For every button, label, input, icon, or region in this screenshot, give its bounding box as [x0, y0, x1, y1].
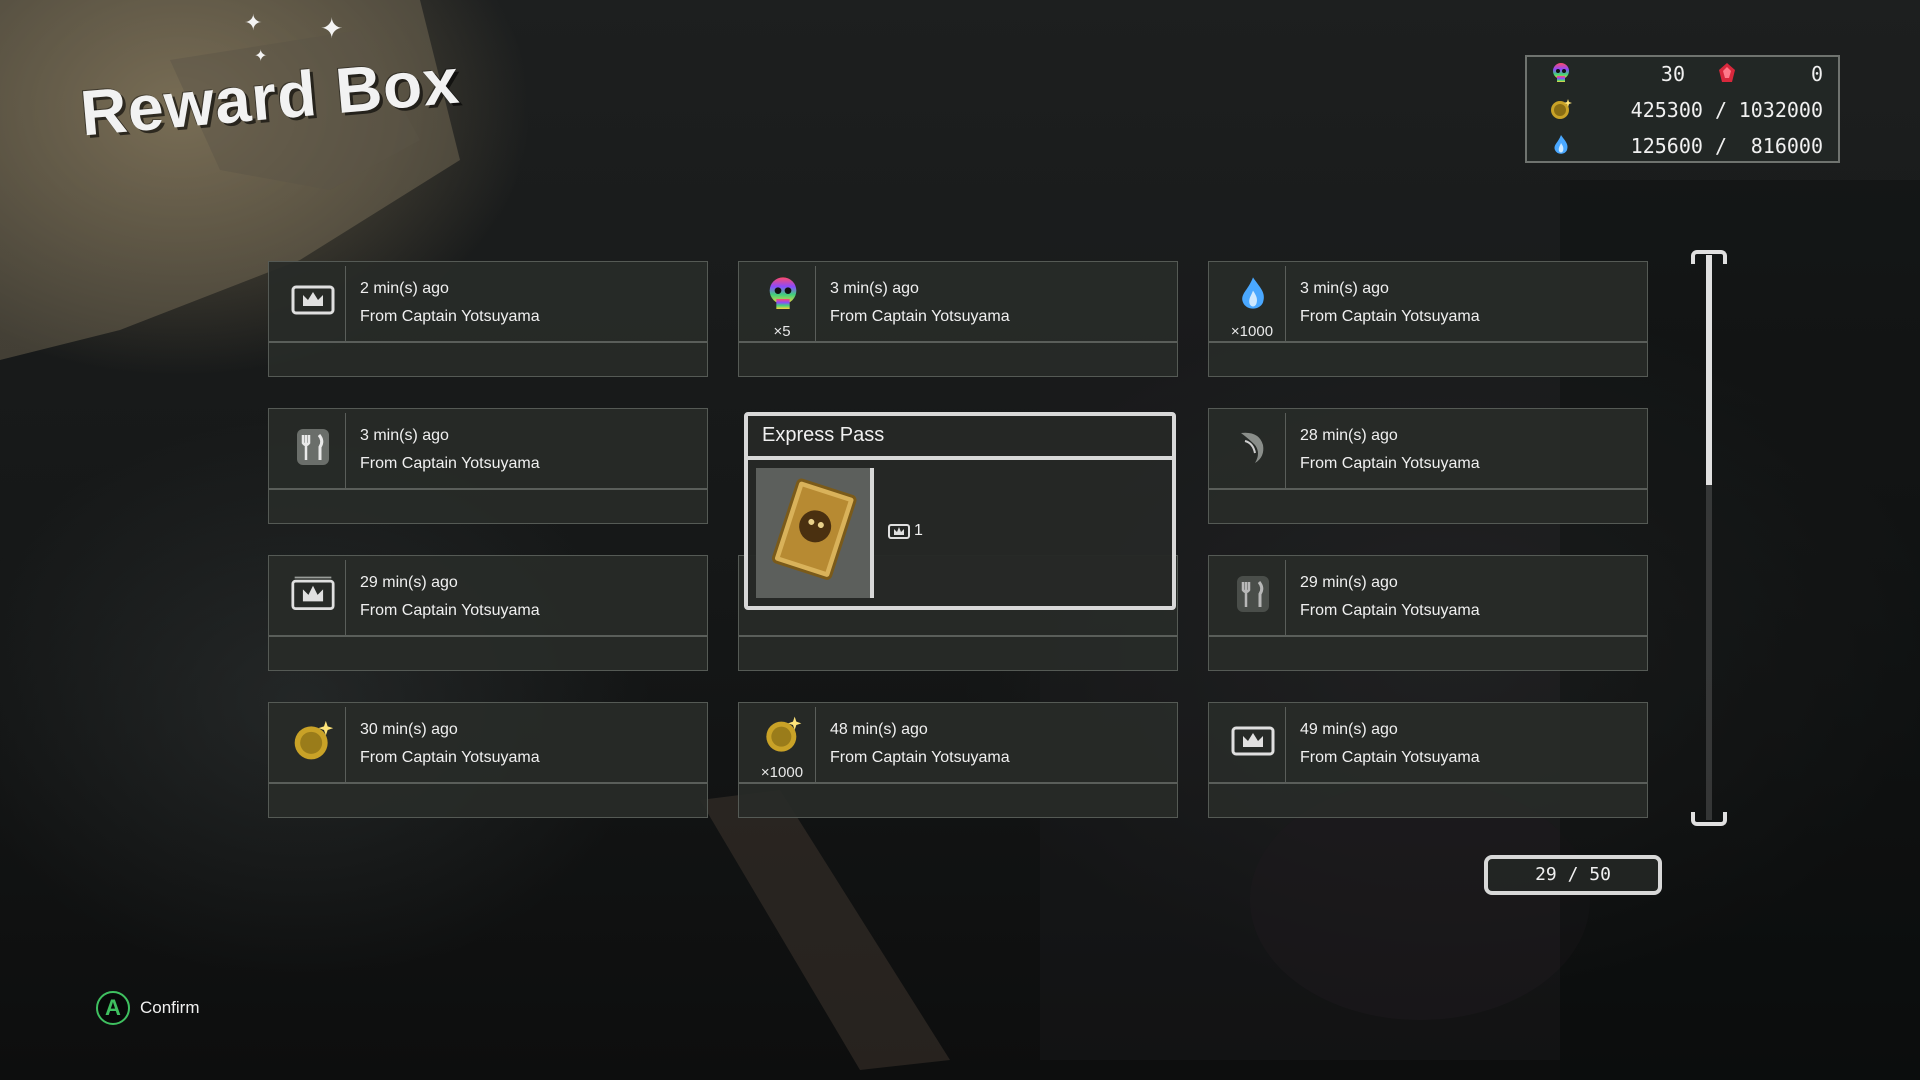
a-button-icon: A — [96, 991, 130, 1025]
page-counter: 29 / 50 — [1484, 855, 1662, 895]
red-count: 0 — [1810, 62, 1823, 86]
reward-item[interactable]: 3 min(s) ago From Captain Yotsuyama — [268, 408, 708, 524]
popup-title: Express Pass — [762, 424, 885, 446]
gold-max: 1032000 — [1738, 98, 1823, 122]
reward-time: 49 min(s) ago — [1300, 721, 1398, 738]
crown-ticket-icon — [291, 280, 335, 320]
souls-current: 125600 / — [1630, 134, 1727, 158]
reward-sender: From Captain Yotsuyama — [360, 749, 540, 766]
reward-time: 3 min(s) ago — [830, 280, 919, 297]
confirm-prompt[interactable]: A Confirm — [96, 988, 200, 1028]
item-detail-popup: Express Pass 1 — [744, 412, 1176, 610]
reward-sender: From Captain Yotsuyama — [830, 308, 1010, 325]
gold-resource-row: 425300 / 1032000 — [1527, 93, 1838, 125]
gold-coin-icon — [291, 720, 335, 761]
blue-flame-icon — [1231, 274, 1275, 314]
reward-time: 30 min(s) ago — [360, 721, 458, 738]
reward-time: 3 min(s) ago — [360, 427, 449, 444]
reward-sender: From Captain Yotsuyama — [360, 602, 540, 619]
skull-count: 30 — [1660, 62, 1685, 86]
reward-sender: From Captain Yotsuyama — [1300, 602, 1480, 619]
gold-coin-icon — [761, 715, 805, 755]
claw-icon — [1231, 427, 1275, 467]
scrollbar-bottom-cap — [1691, 812, 1727, 826]
reward-time: 3 min(s) ago — [1300, 280, 1389, 297]
popup-quantity: 1 — [914, 522, 923, 539]
reward-time: 28 min(s) ago — [1300, 427, 1398, 444]
reward-time: 29 min(s) ago — [1300, 574, 1398, 591]
reward-quantity: ×1000 — [1230, 323, 1274, 340]
reward-sender: From Captain Yotsuyama — [1300, 749, 1480, 766]
rainbow-skull-icon — [1553, 63, 1569, 82]
red-crystal-icon — [1719, 63, 1735, 82]
soul-resource-row: 125600 / 816000 — [1527, 129, 1838, 161]
confirm-label: Confirm — [140, 998, 200, 1017]
resource-panel: 30 0 425300 / 1032000 125600 / 816000 — [1525, 55, 1840, 163]
express-pass-card-icon — [756, 468, 874, 598]
reward-time: 29 min(s) ago — [360, 574, 458, 591]
reward-sender: From Captain Yotsuyama — [360, 308, 540, 325]
souls-max: 816000 — [1750, 134, 1823, 158]
reward-quantity: ×1000 — [760, 764, 804, 781]
reward-time: 48 min(s) ago — [830, 721, 928, 738]
skull-resource-row: 30 0 — [1527, 57, 1838, 89]
reward-item[interactable]: 29 min(s) ago From Captain Yotsuyama — [268, 555, 708, 671]
crown-ticket-icon — [1231, 721, 1275, 761]
fork-knife-icon — [1231, 574, 1275, 614]
blue-flame-icon — [1554, 135, 1568, 154]
reward-time: 2 min(s) ago — [360, 280, 449, 297]
reward-sender: From Captain Yotsuyama — [360, 455, 540, 472]
rainbow-skull-icon — [761, 274, 805, 314]
reward-sender: From Captain Yotsuyama — [1300, 308, 1480, 325]
reward-item[interactable]: ×1000 48 min(s) ago From Captain Yotsuya… — [738, 702, 1178, 818]
reward-item[interactable]: 28 min(s) ago From Captain Yotsuyama — [1208, 408, 1648, 524]
reward-sender: From Captain Yotsuyama — [1300, 455, 1480, 472]
crown-ticket-icon — [291, 574, 335, 614]
sparkle-icon: ✦ — [320, 13, 344, 44]
gold-current: 425300 / — [1630, 98, 1727, 122]
reward-quantity: ×5 — [773, 323, 791, 340]
scrollbar-thumb[interactable] — [1706, 255, 1712, 485]
ticket-icon — [888, 524, 910, 539]
fork-knife-icon — [291, 427, 335, 467]
reward-sender: From Captain Yotsuyama — [830, 749, 1010, 766]
reward-item[interactable]: 30 min(s) ago From Captain Yotsuyama — [268, 702, 708, 818]
reward-item[interactable]: 29 min(s) ago From Captain Yotsuyama — [1208, 555, 1648, 671]
reward-item[interactable]: 2 min(s) ago From Captain Yotsuyama — [268, 261, 708, 377]
page-title: Reward Box — [77, 44, 463, 150]
gold-coin-icon — [1551, 99, 1572, 119]
reward-item[interactable]: 49 min(s) ago From Captain Yotsuyama — [1208, 702, 1648, 818]
sparkle-icon: ✦ — [244, 10, 263, 35]
reward-item[interactable]: ×1000 3 min(s) ago From Captain Yotsuyam… — [1208, 261, 1648, 377]
scrollbar-top-cap — [1691, 250, 1727, 264]
reward-item[interactable]: ×5 3 min(s) ago From Captain Yotsuyama — [738, 261, 1178, 377]
